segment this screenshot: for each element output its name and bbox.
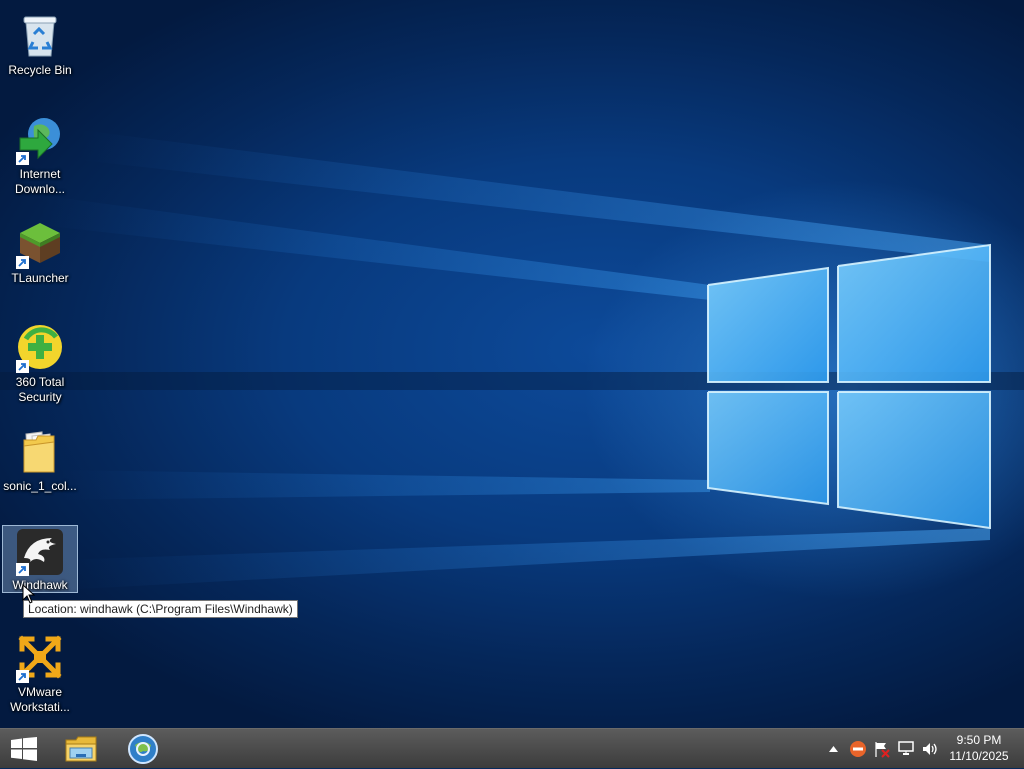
recycle-bin-icon xyxy=(14,9,66,61)
antivirus-tray-icon[interactable] xyxy=(847,729,869,769)
desktop-icon-label: VMware Workstati... xyxy=(10,685,70,714)
tlauncher-icon xyxy=(14,217,66,269)
desktop-icon-label: TLauncher xyxy=(11,271,69,285)
windows-logo-icon xyxy=(11,737,37,761)
360-total-security-icon xyxy=(14,321,66,373)
icon-location-tooltip: Location: windhawk (C:\Program Files\Win… xyxy=(23,600,298,618)
taskbar-clock[interactable]: 9:50 PM 11/10/2025 xyxy=(946,732,1012,764)
shortcut-arrow-icon xyxy=(16,256,29,269)
internet-download-manager-icon xyxy=(14,113,66,165)
desktop-icon-windhawk[interactable]: Windhawk xyxy=(2,525,78,593)
desktop-icon-vmware-workstation[interactable]: VMware Workstati... xyxy=(2,628,78,716)
desktop-icon-label: 360 Total Security xyxy=(15,375,65,404)
internet-download-manager-button[interactable] xyxy=(119,731,167,767)
desktop-icon-tlauncher[interactable]: TLauncher xyxy=(2,214,78,287)
mouse-pointer-icon xyxy=(22,584,36,604)
start-button[interactable] xyxy=(0,731,48,767)
desktop-icon-label: Windhawk xyxy=(12,578,68,592)
windhawk-icon xyxy=(14,528,66,576)
desktop-icon-internet-download-manager[interactable]: Internet Downlo... xyxy=(2,110,78,198)
wallpaper-light-rays xyxy=(0,130,1024,590)
clock-time: 9:50 PM xyxy=(956,733,1002,747)
file-explorer-button[interactable] xyxy=(57,731,105,767)
desktop-icon-sonic-folder[interactable]: sonic_1_col... xyxy=(2,422,78,495)
shortcut-arrow-icon xyxy=(16,670,29,683)
shortcut-arrow-icon xyxy=(16,563,29,576)
internet-download-manager-icon xyxy=(128,734,158,764)
action-center-flag-icon[interactable] xyxy=(871,729,893,769)
taskbar: 9:50 PM 11/10/2025 xyxy=(0,728,1024,768)
desktop-icon-label: Recycle Bin xyxy=(8,63,72,77)
clock-date: 11/10/2025 xyxy=(949,749,1009,763)
desktop-icon-360-total-security[interactable]: 360 Total Security xyxy=(2,318,78,406)
shortcut-arrow-icon xyxy=(16,360,29,373)
volume-icon[interactable] xyxy=(919,729,941,769)
show-hidden-icons-chevron[interactable] xyxy=(826,729,840,769)
folder-icon xyxy=(14,425,66,477)
desktop-icon-label: sonic_1_col... xyxy=(3,479,77,493)
desktop[interactable]: Recycle Bin Internet Downlo... TLauncher xyxy=(0,0,1024,728)
file-explorer-icon xyxy=(65,736,97,762)
network-icon[interactable] xyxy=(895,729,917,769)
shortcut-arrow-icon xyxy=(16,152,29,165)
desktop-icon-label: Internet Downlo... xyxy=(14,167,66,196)
vmware-workstation-icon xyxy=(14,631,66,683)
desktop-icon-recycle-bin[interactable]: Recycle Bin xyxy=(2,6,78,79)
